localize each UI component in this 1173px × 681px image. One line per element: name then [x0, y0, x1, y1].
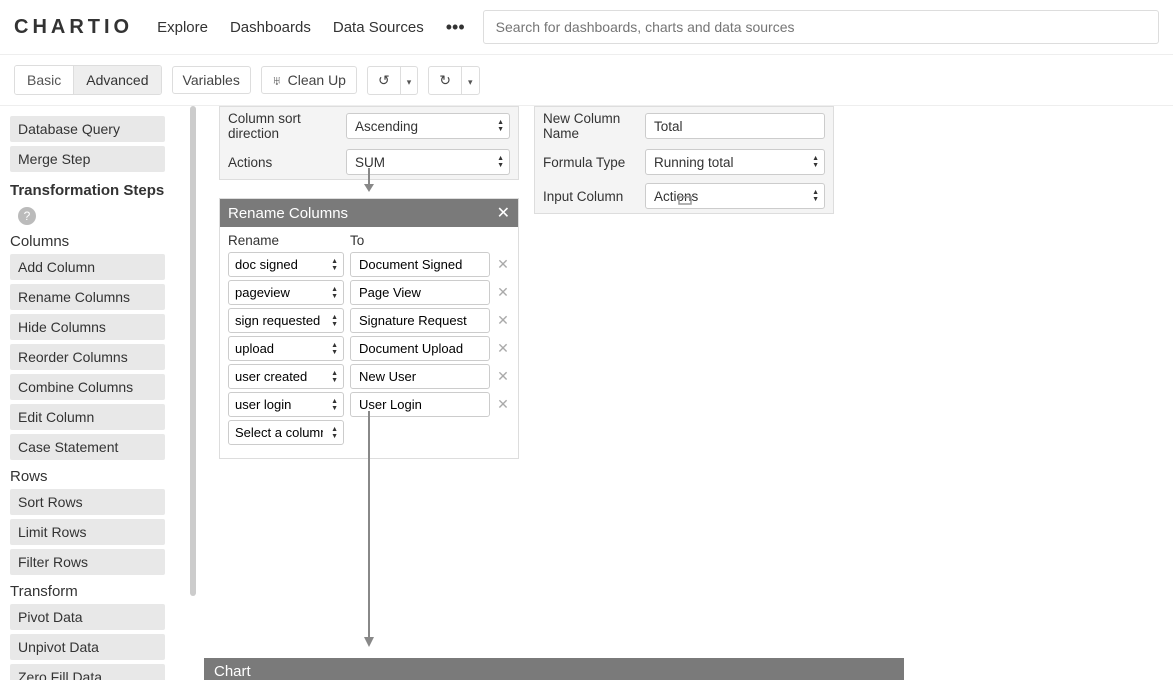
remove-row-icon[interactable]: ✕: [496, 368, 510, 385]
chart-label: Chart: [214, 663, 251, 680]
toolbar: Basic Advanced Variables ♅ Clean Up ↺ ▾ …: [0, 55, 1173, 106]
input-column-select[interactable]: Actions: [645, 183, 825, 209]
sidebar-unpivot-data[interactable]: Unpivot Data: [10, 634, 165, 660]
rename-add-select[interactable]: Select a column: [228, 420, 344, 445]
rename-from-select[interactable]: user created: [228, 364, 344, 389]
sidebar-add-column[interactable]: Add Column: [10, 254, 165, 280]
nav-explore[interactable]: Explore: [157, 19, 208, 36]
sidebar-rename-columns[interactable]: Rename Columns: [10, 284, 165, 310]
caret-down-icon: ▾: [407, 77, 412, 87]
nav-dashboards[interactable]: Dashboards: [230, 19, 311, 36]
sidebar-pivot-data[interactable]: Pivot Data: [10, 604, 165, 630]
cleanup-icon: ♅: [272, 73, 282, 88]
main: Database Query Merge Step Transformation…: [0, 106, 1173, 680]
more-menu-icon[interactable]: •••: [446, 17, 465, 38]
help-icon[interactable]: ?: [18, 207, 36, 225]
rename-from-header: Rename: [228, 233, 350, 248]
group-rows-label: Rows: [10, 468, 180, 485]
tab-basic[interactable]: Basic: [15, 66, 73, 94]
sidebar-sort-rows[interactable]: Sort Rows: [10, 489, 165, 515]
close-icon[interactable]: ✕: [497, 203, 510, 223]
rename-to-input[interactable]: [350, 364, 490, 389]
arrow-down-long-icon: [362, 411, 376, 651]
formula-type-label: Formula Type: [543, 155, 639, 170]
sidebar-reorder-columns[interactable]: Reorder Columns: [10, 344, 165, 370]
remove-row-icon[interactable]: ✕: [496, 340, 510, 357]
redo-icon: ↻: [439, 72, 451, 88]
nav-data-sources[interactable]: Data Sources: [333, 19, 424, 36]
sidebar-hide-columns[interactable]: Hide Columns: [10, 314, 165, 340]
remove-row-icon[interactable]: ✕: [496, 396, 510, 413]
rename-from-select[interactable]: sign requested: [228, 308, 344, 333]
redo-group: ↻ ▾: [428, 66, 479, 95]
tab-advanced[interactable]: Advanced: [73, 66, 160, 94]
rename-header: Rename Columns ✕: [220, 199, 518, 227]
sort-direction-label: Column sort direction: [228, 111, 340, 141]
undo-dropdown[interactable]: ▾: [400, 67, 418, 94]
sidebar-merge-step[interactable]: Merge Step: [10, 146, 165, 172]
rename-to-input[interactable]: [350, 280, 490, 305]
new-column-name-label: New Column Name: [543, 111, 639, 141]
sidebar-edit-column[interactable]: Edit Column: [10, 404, 165, 430]
pipeline-canvas: Column sort direction Ascending Actions …: [204, 106, 1173, 680]
chart-output-bar[interactable]: Chart: [204, 658, 904, 680]
remove-row-icon[interactable]: ✕: [496, 256, 510, 273]
sort-direction-select-wrap: Ascending: [346, 113, 510, 139]
undo-group: ↺ ▾: [367, 66, 418, 95]
rename-row: doc signed ✕: [228, 252, 510, 277]
rename-to-input[interactable]: [350, 336, 490, 361]
search-input[interactable]: [483, 10, 1159, 44]
sidebar-zero-fill-data[interactable]: Zero Fill Data: [10, 664, 165, 680]
actions-label: Actions: [228, 155, 340, 170]
group-transform-label: Transform: [10, 583, 180, 600]
group-columns-label: Columns: [10, 233, 180, 250]
rename-row: upload ✕: [228, 336, 510, 361]
search-container: [483, 10, 1159, 44]
logo: CHARTIO: [14, 16, 133, 39]
rename-row: user created ✕: [228, 364, 510, 389]
sidebar-case-statement[interactable]: Case Statement: [10, 434, 165, 460]
cleanup-button[interactable]: ♅ Clean Up: [261, 66, 357, 94]
input-column-label: Input Column: [543, 189, 639, 204]
variables-button[interactable]: Variables: [172, 66, 251, 94]
rename-row: sign requested ✕: [228, 308, 510, 333]
rename-to-input[interactable]: [350, 308, 490, 333]
sidebar-filter-rows[interactable]: Filter Rows: [10, 549, 165, 575]
top-nav: CHARTIO Explore Dashboards Data Sources …: [0, 0, 1173, 55]
redo-dropdown[interactable]: ▾: [461, 67, 479, 94]
cleanup-label: Clean Up: [288, 72, 346, 88]
rename-from-select[interactable]: pageview: [228, 280, 344, 305]
arrow-down-icon: [362, 168, 376, 194]
sidebar-combine-columns[interactable]: Combine Columns: [10, 374, 165, 400]
rename-from-select[interactable]: doc signed: [228, 252, 344, 277]
connector-handle-icon: [678, 196, 692, 206]
rename-from-select[interactable]: user login: [228, 392, 344, 417]
mode-tabs: Basic Advanced: [14, 65, 162, 95]
rename-to-input[interactable]: [350, 252, 490, 277]
caret-down-icon: ▾: [468, 77, 473, 87]
rename-from-select[interactable]: upload: [228, 336, 344, 361]
transformation-steps-label: Transformation Steps: [10, 182, 180, 199]
undo-icon: ↺: [378, 72, 390, 88]
rename-to-header: To: [350, 233, 364, 248]
sidebar-limit-rows[interactable]: Limit Rows: [10, 519, 165, 545]
sort-direction-select[interactable]: Ascending: [346, 113, 510, 139]
redo-button[interactable]: ↻: [429, 67, 461, 94]
undo-button[interactable]: ↺: [368, 67, 400, 94]
formula-type-select[interactable]: Running total: [645, 149, 825, 175]
remove-row-icon[interactable]: ✕: [496, 284, 510, 301]
rename-title: Rename Columns: [228, 205, 348, 222]
remove-row-icon[interactable]: ✕: [496, 312, 510, 329]
sidebar-database-query[interactable]: Database Query: [10, 116, 165, 142]
canvas-scroll[interactable]: Column sort direction Ascending Actions …: [190, 106, 1173, 680]
new-column-name-input[interactable]: [645, 113, 825, 139]
rename-row: pageview ✕: [228, 280, 510, 305]
sidebar: Database Query Merge Step Transformation…: [0, 106, 190, 680]
